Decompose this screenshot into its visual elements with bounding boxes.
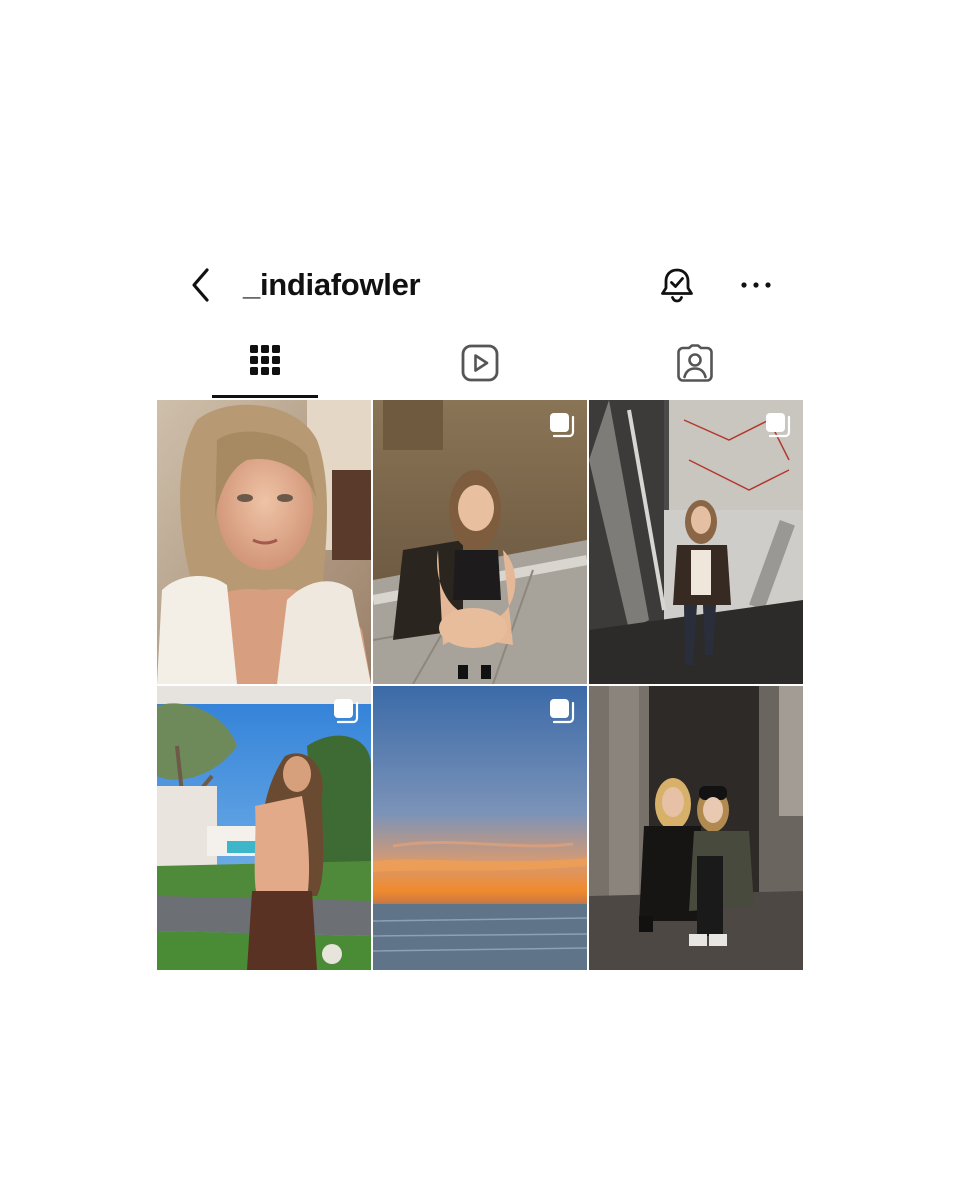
multiple-images-icon bbox=[550, 699, 575, 724]
back-button[interactable] bbox=[187, 266, 217, 306]
post-grid bbox=[157, 400, 803, 972]
more-options-button[interactable] bbox=[739, 270, 773, 300]
tab-tagged[interactable] bbox=[640, 336, 750, 398]
post-thumbnail[interactable] bbox=[373, 686, 587, 970]
garden-photo bbox=[157, 686, 371, 970]
tab-reels[interactable] bbox=[425, 336, 535, 398]
more-horizontal-icon bbox=[741, 282, 771, 288]
profile-tabs bbox=[157, 336, 803, 400]
bell-check-icon bbox=[661, 268, 693, 303]
profile-header: _indiafowler bbox=[157, 258, 803, 314]
notifications-button[interactable] bbox=[657, 265, 697, 305]
active-tab-indicator bbox=[212, 395, 318, 398]
profile-username: _indiafowler bbox=[243, 267, 421, 302]
train-door-photo bbox=[589, 400, 803, 684]
chevron-left-icon bbox=[192, 268, 209, 302]
post-thumbnail[interactable] bbox=[589, 400, 803, 684]
multiple-images-icon bbox=[550, 413, 575, 438]
post-thumbnail[interactable] bbox=[157, 400, 371, 684]
multiple-images-icon bbox=[334, 699, 359, 724]
selfie-photo bbox=[157, 400, 371, 684]
night-pavement-photo bbox=[373, 400, 587, 684]
tagged-person-icon bbox=[677, 344, 713, 382]
reels-play-icon bbox=[461, 344, 499, 382]
post-thumbnail[interactable] bbox=[373, 400, 587, 684]
grid-icon bbox=[250, 345, 280, 375]
post-thumbnail[interactable] bbox=[589, 686, 803, 970]
tab-posts[interactable] bbox=[212, 336, 318, 398]
multiple-images-icon bbox=[766, 413, 791, 438]
sunset-photo bbox=[373, 686, 587, 970]
friends-night-photo bbox=[589, 686, 803, 970]
post-thumbnail[interactable] bbox=[157, 686, 371, 970]
